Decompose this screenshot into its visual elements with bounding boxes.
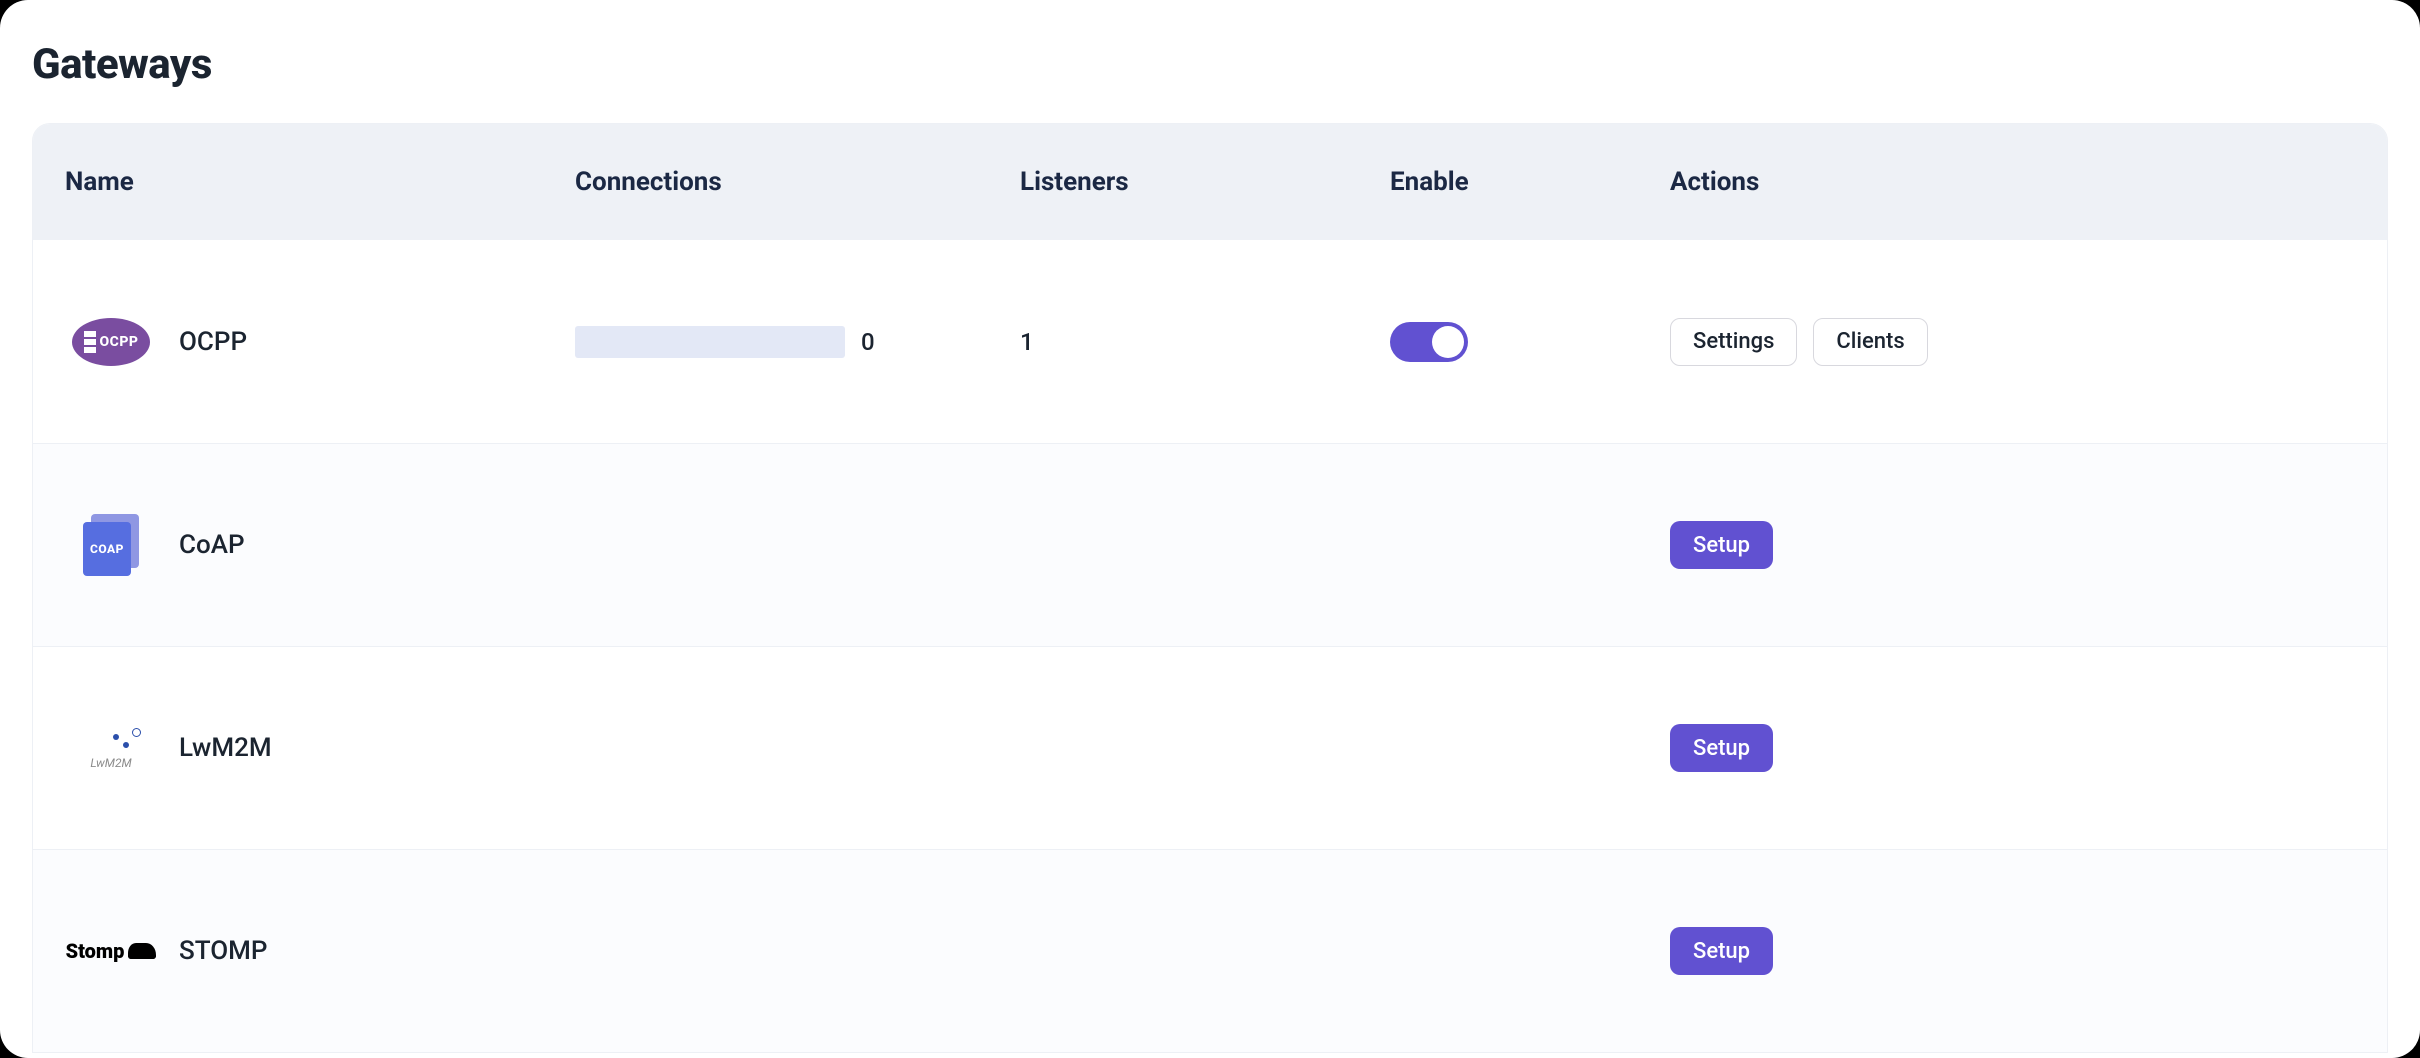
coap-icon: COAP [65, 515, 157, 575]
name-cell: COAP CoAP [65, 515, 575, 575]
page-frame: Gateways Name Connections Listeners Enab… [0, 0, 2420, 1058]
clients-button[interactable]: Clients [1813, 318, 1927, 366]
connections-cell [575, 545, 1020, 546]
connections-cell [575, 951, 1020, 952]
listeners-cell [1020, 748, 1390, 749]
actions-cell: Setup [1670, 927, 2355, 975]
connections-value: 0 [861, 328, 875, 356]
connections-cell [575, 748, 1020, 749]
setup-button[interactable]: Setup [1670, 521, 1773, 569]
col-connections: Connections [575, 167, 1020, 197]
enable-toggle[interactable] [1390, 322, 1468, 362]
actions-cell: Settings Clients [1670, 318, 2355, 366]
table-body: OCPP OCPP 0 1 Settings [33, 240, 2387, 1052]
gateway-name: CoAP [179, 530, 245, 560]
lwm2m-icon: LwM2M [65, 718, 157, 778]
table-row: COAP CoAP Setup [33, 443, 2387, 646]
table-row: OCPP OCPP 0 1 Settings [33, 240, 2387, 443]
page-title: Gateways [32, 40, 2388, 89]
gateway-name: STOMP [179, 936, 267, 966]
settings-button[interactable]: Settings [1670, 318, 1797, 366]
table-row: LwM2M LwM2M Setup [33, 646, 2387, 849]
table-header: Name Connections Listeners Enable Action… [33, 124, 2387, 240]
actions-cell: Setup [1670, 724, 2355, 772]
enable-cell [1390, 748, 1670, 749]
gateway-name: OCPP [179, 327, 247, 357]
toggle-knob [1432, 326, 1464, 358]
ocpp-icon: OCPP [65, 312, 157, 372]
lwm2m-icon-label: LwM2M [90, 756, 131, 770]
listeners-cell [1020, 545, 1390, 546]
name-cell: LwM2M LwM2M [65, 718, 575, 778]
col-listeners: Listeners [1020, 167, 1390, 197]
enable-cell [1390, 322, 1670, 362]
actions-cell: Setup [1670, 521, 2355, 569]
col-actions: Actions [1670, 167, 2355, 197]
connections-cell: 0 [575, 326, 1020, 358]
enable-cell [1390, 951, 1670, 952]
listeners-cell [1020, 951, 1390, 952]
stomp-icon: Stomp [65, 921, 157, 981]
coap-icon-label: COAP [90, 542, 124, 556]
table-row: Stomp STOMP Setup [33, 849, 2387, 1052]
gateway-name: LwM2M [179, 733, 272, 763]
gateways-table: Name Connections Listeners Enable Action… [32, 123, 2388, 1053]
listeners-cell: 1 [1020, 328, 1390, 356]
boot-icon [128, 943, 156, 959]
name-cell: Stomp STOMP [65, 921, 575, 981]
setup-button[interactable]: Setup [1670, 724, 1773, 772]
col-name: Name [65, 167, 575, 197]
name-cell: OCPP OCPP [65, 312, 575, 372]
enable-cell [1390, 545, 1670, 546]
stomp-icon-label: Stomp [66, 939, 125, 963]
ocpp-icon-label: OCPP [100, 334, 139, 350]
connections-bar [575, 326, 845, 358]
setup-button[interactable]: Setup [1670, 927, 1773, 975]
col-enable: Enable [1390, 167, 1670, 197]
listeners-value: 1 [1020, 328, 1034, 356]
